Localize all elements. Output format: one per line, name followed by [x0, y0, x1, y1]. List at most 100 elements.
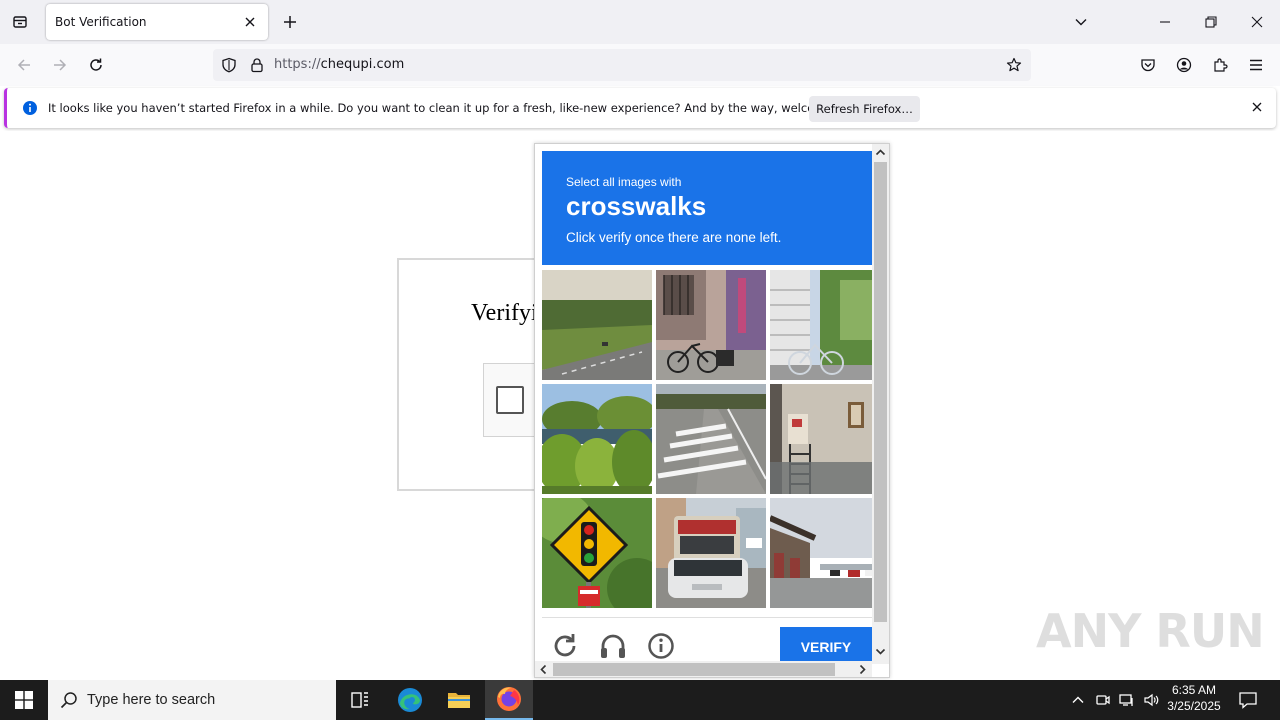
captcha-tile-1[interactable] — [542, 270, 652, 380]
page-content: Verifyi Select all images with crosswalk… — [0, 131, 1280, 680]
new-tab-button[interactable] — [279, 11, 301, 33]
taskbar-firefox[interactable] — [485, 680, 533, 720]
star-icon — [1006, 57, 1022, 72]
close-notification-button[interactable] — [1250, 100, 1264, 114]
close-icon — [1252, 102, 1262, 112]
captcha-footer-divider — [542, 617, 872, 618]
url-text[interactable]: https://chequpi.com — [274, 57, 404, 72]
captcha-tile-2[interactable] — [656, 270, 766, 380]
vertical-scroll-thumb[interactable] — [874, 162, 887, 622]
captcha-tile-9[interactable] — [770, 498, 880, 608]
site-info-button[interactable] — [249, 57, 265, 73]
captcha-instruction: Select all images with — [566, 175, 682, 189]
minimize-icon — [1160, 21, 1170, 23]
info-icon — [648, 633, 674, 659]
scroll-right-arrow-icon[interactable] — [857, 664, 868, 675]
windows-logo-icon — [15, 691, 33, 709]
captcha-target: crosswalks — [566, 191, 707, 221]
close-tab-button[interactable] — [242, 14, 258, 30]
pocket-icon — [1141, 59, 1155, 72]
captcha-checkbox[interactable] — [496, 386, 524, 414]
tab-list-dropdown[interactable] — [1070, 11, 1092, 33]
scroll-down-arrow-icon[interactable] — [875, 646, 886, 657]
puzzle-icon — [1214, 58, 1228, 72]
tab-manager-icon — [13, 16, 27, 28]
captcha-header: Select all images with crosswalks Click … — [542, 151, 872, 265]
plus-icon — [284, 16, 296, 28]
chevron-down-icon — [1075, 19, 1087, 26]
horizontal-scroll-thumb[interactable] — [553, 663, 835, 676]
reload-button[interactable] — [80, 49, 112, 81]
forward-arrow-icon — [54, 59, 67, 71]
tab-title: Bot Verification — [55, 15, 147, 29]
close-icon — [245, 17, 255, 27]
action-center-button[interactable] — [1238, 690, 1258, 710]
captcha-vertical-scrollbar[interactable] — [872, 144, 889, 664]
minimize-button[interactable] — [1142, 0, 1188, 44]
taskbar-file-explorer[interactable] — [435, 680, 483, 720]
scroll-left-arrow-icon[interactable] — [538, 664, 549, 675]
extensions-button[interactable] — [1204, 49, 1236, 81]
captcha-tile-7[interactable] — [542, 498, 652, 608]
close-window-button[interactable] — [1234, 0, 1280, 44]
captcha-horizontal-scrollbar[interactable] — [535, 661, 872, 677]
info-icon — [22, 100, 38, 116]
headphones-icon — [601, 634, 625, 658]
back-button[interactable] — [8, 49, 40, 81]
watermark: ANY RUN — [1036, 604, 1265, 658]
captcha-tile-5[interactable] — [656, 384, 766, 494]
tab-bot-verification[interactable]: Bot Verification — [46, 4, 268, 40]
clock-time: 6:35 AM — [1171, 683, 1217, 697]
pocket-button[interactable] — [1132, 49, 1164, 81]
tracking-protection-button[interactable] — [221, 57, 237, 73]
taskbar-edge[interactable] — [386, 680, 434, 720]
captcha-tile-6[interactable] — [770, 384, 880, 494]
url-host: chequpi.com — [320, 57, 405, 72]
volume-icon[interactable] — [1143, 692, 1159, 708]
tab-strip: Bot Verification — [0, 0, 1280, 44]
shield-icon — [222, 57, 236, 73]
chevron-up-icon — [1072, 696, 1084, 703]
edge-icon — [398, 688, 422, 712]
captcha-tile-8[interactable] — [656, 498, 766, 608]
taskbar-search-box[interactable]: Type here to search — [48, 680, 336, 720]
notification-bar: It looks like you haven’t started Firefo… — [4, 88, 1276, 128]
notification-icon — [1239, 692, 1257, 709]
close-icon — [1251, 16, 1263, 28]
scroll-up-arrow-icon[interactable] — [875, 147, 886, 158]
task-view-button[interactable] — [336, 680, 384, 720]
firefox-icon — [497, 687, 521, 711]
search-placeholder: Type here to search — [87, 692, 216, 708]
lock-icon — [251, 58, 263, 73]
meet-now-icon[interactable] — [1095, 692, 1111, 708]
captcha-challenge-popup: Select all images with crosswalks Click … — [534, 143, 890, 678]
page-heading: Verifyi — [471, 300, 538, 326]
bookmark-star-button[interactable] — [1006, 57, 1022, 73]
forward-button[interactable] — [44, 49, 76, 81]
url-scheme: https:// — [274, 57, 321, 72]
hamburger-menu-icon — [1250, 59, 1262, 71]
help-button[interactable] — [646, 631, 676, 661]
network-icon[interactable] — [1119, 692, 1135, 708]
restore-icon — [1205, 16, 1217, 28]
menu-button[interactable] — [1240, 49, 1272, 81]
url-bar[interactable]: https://chequpi.com — [213, 49, 1031, 81]
windows-taskbar: Type here to search 6:35 AM 3/25/2025 — [0, 680, 1280, 720]
folder-icon — [448, 693, 470, 708]
list-all-tabs-button[interactable] — [6, 8, 34, 36]
restore-button[interactable] — [1188, 0, 1234, 44]
show-hidden-icons-button[interactable] — [1070, 692, 1086, 708]
captcha-tile-4[interactable] — [542, 384, 652, 494]
account-icon — [1176, 57, 1192, 73]
refresh-firefox-button[interactable]: Refresh Firefox… — [809, 96, 920, 122]
captcha-note: Click verify once there are none left. — [566, 230, 782, 245]
notification-message: It looks like you haven’t started Firefo… — [48, 101, 869, 115]
account-button[interactable] — [1168, 49, 1200, 81]
clock-date: 3/25/2025 — [1167, 699, 1221, 713]
back-arrow-icon — [17, 59, 30, 71]
taskbar-clock[interactable]: 6:35 AM 3/25/2025 — [1160, 683, 1228, 713]
start-button[interactable] — [0, 680, 48, 720]
reload-challenge-button[interactable] — [550, 631, 580, 661]
audio-challenge-button[interactable] — [598, 631, 628, 661]
captcha-tile-3[interactable] — [770, 270, 880, 380]
